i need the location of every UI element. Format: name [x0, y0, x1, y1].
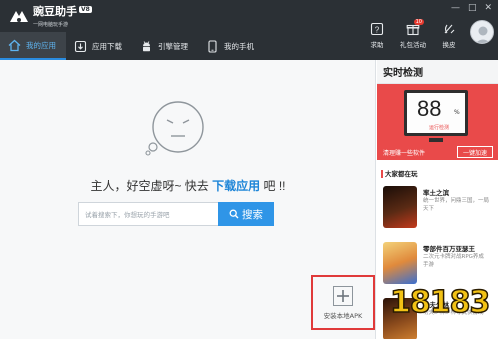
help-icon: ? — [370, 22, 384, 36]
empty-suffix: 吧 !! — [260, 179, 286, 193]
game-name: 率土之滨 — [423, 189, 449, 197]
game-desc: 二次元卡牌对战RPG养成手游 — [423, 254, 484, 268]
svg-text:?: ? — [375, 26, 380, 35]
nav-label: 引擎管理 — [158, 41, 188, 51]
main-panel: 主人，好空虚呀~ 快去 下载应用 吧 !! 试着搜索下，你想玩的手游吧 搜索 安… — [0, 60, 376, 339]
search-button[interactable]: 搜索 — [218, 202, 274, 226]
gift-badge: 10 — [413, 19, 424, 25]
tool-label: 换皮 — [442, 41, 456, 49]
title-bar: 豌豆助手 V8 一网电脑玩手游 — □ ✕ 我的应用 应用下载 引擎管理 我的手… — [0, 0, 498, 60]
game-thumbnail — [383, 242, 417, 284]
monitor-icon: 88 % 运行检测 — [404, 90, 468, 136]
nav-my-apps[interactable]: 我的应用 — [0, 32, 66, 60]
maximize-button[interactable]: □ — [468, 3, 477, 13]
game-name: 零部件百万亚瑟王 — [423, 245, 475, 253]
empty-message: 主人，好空虚呀~ 快去 下载应用 吧 !! — [0, 177, 376, 194]
window-controls: — □ ✕ — [451, 3, 492, 13]
download-app-link[interactable]: 下载应用 — [212, 179, 260, 193]
nav-app-download[interactable]: 应用下载 — [66, 32, 132, 60]
main-nav: 我的应用 应用下载 引擎管理 我的手机 — [0, 32, 264, 60]
skin-icon — [444, 24, 455, 34]
game-item[interactable]: 零部件百万亚瑟王 二次元卡牌对战RPG养成手游 — [383, 240, 495, 290]
watermark-logo: 18183 — [389, 284, 491, 321]
monitor-stand — [429, 138, 443, 142]
nav-label: 我的应用 — [26, 40, 56, 50]
game-desc: 统一世界，问鼎三国，一局天下 — [423, 198, 490, 212]
android-icon — [140, 40, 153, 53]
nav-label: 我的手机 — [224, 41, 254, 51]
help-button[interactable]: ? 求助 — [362, 22, 392, 49]
tool-label: 求助 — [370, 41, 384, 49]
nav-label: 应用下载 — [92, 41, 122, 51]
empty-face-icon — [145, 98, 207, 160]
tool-label: 礼包活动 — [400, 41, 426, 49]
nav-my-phone[interactable]: 我的手机 — [198, 32, 264, 60]
app-version: V8 — [79, 6, 92, 13]
score-value: 88 — [417, 96, 442, 121]
realtime-title: 实时检测 — [377, 60, 498, 84]
user-icon — [475, 26, 491, 43]
playing-title: 大家都在玩 — [377, 168, 498, 182]
game-item[interactable]: 率土之滨 统一世界，问鼎三国，一局天下 — [383, 184, 495, 234]
install-local-apk-button[interactable]: 安装本地APK — [311, 275, 375, 330]
speedup-button[interactable]: 一键加速 — [457, 146, 493, 158]
gift-button[interactable]: 10 礼包活动 — [398, 19, 428, 49]
avatar[interactable] — [470, 20, 494, 44]
logo-icon — [8, 8, 30, 26]
install-local-label: 安装本地APK — [323, 311, 363, 320]
app-subtitle: 一网电脑玩手游 — [33, 22, 69, 28]
game-thumbnail — [383, 186, 417, 228]
app-logo: 豌豆助手 V8 一网电脑玩手游 — [8, 6, 92, 28]
minimize-button[interactable]: — — [451, 3, 460, 13]
search-button-label: 搜索 — [242, 208, 263, 221]
home-icon — [8, 39, 21, 52]
score-unit: % — [454, 109, 460, 116]
skin-button[interactable]: 换皮 — [434, 22, 464, 49]
watermark: 18183 — [389, 284, 495, 333]
search-icon — [229, 209, 239, 219]
phone-icon — [206, 39, 219, 53]
search-bar: 试着搜索下，你想玩的手游吧 搜索 — [78, 202, 274, 226]
download-icon — [74, 40, 87, 53]
top-tools: ? 求助 10 礼包活动 换皮 — [362, 19, 494, 49]
nav-engine-manage[interactable]: 引擎管理 — [132, 32, 198, 60]
monitor-card: 88 % 运行检测 清理赚一些软件 一键加速 — [377, 84, 498, 160]
close-button[interactable]: ✕ — [484, 3, 492, 13]
empty-prefix: 主人，好空虚呀~ 快去 — [90, 179, 213, 193]
score-subtitle: 运行检测 — [429, 125, 450, 131]
search-input[interactable]: 试着搜索下，你想玩的手游吧 — [78, 202, 218, 226]
plus-icon — [333, 285, 353, 306]
app-name: 豌豆助手 — [33, 5, 77, 18]
monitor-tip: 清理赚一些软件 — [383, 150, 426, 157]
